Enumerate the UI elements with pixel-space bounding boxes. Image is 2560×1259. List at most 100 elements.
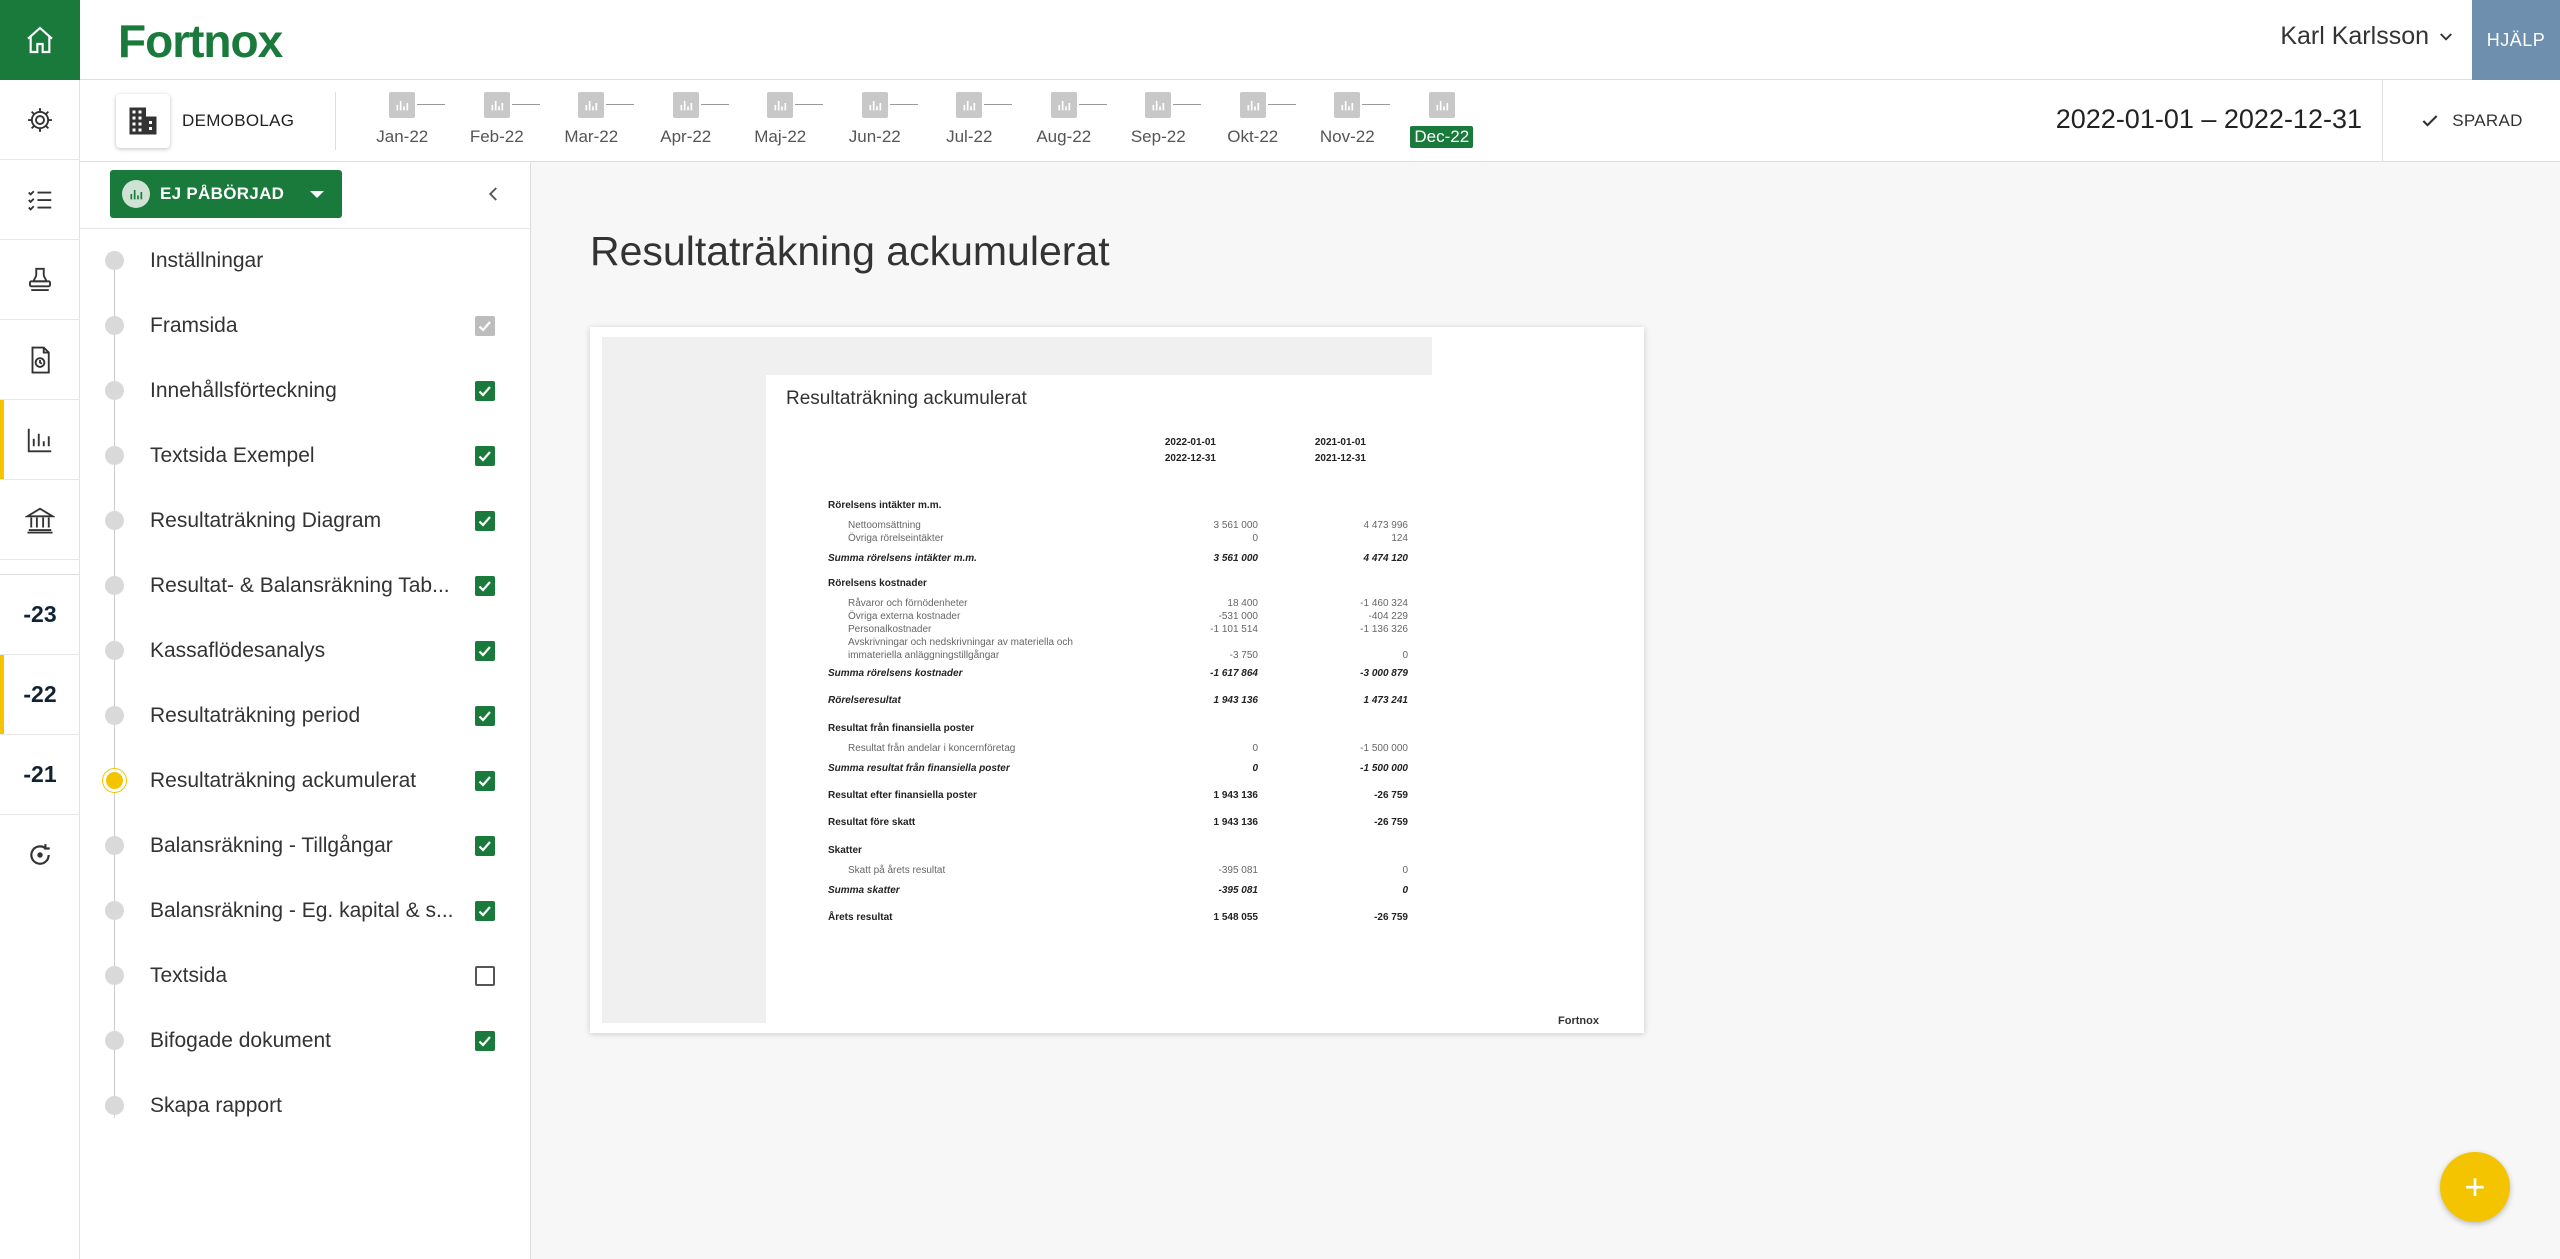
report-button[interactable] [0,400,80,480]
include-checkbox[interactable] [475,965,495,986]
stamp-button[interactable] [0,240,80,320]
previous-value: -3 000 879 [1360,668,1408,679]
table-row: Rörelsens intäkter m.m. [828,500,1438,513]
include-checkbox[interactable] [475,510,495,531]
bank-button[interactable] [0,480,80,560]
include-checkbox[interactable] [475,575,495,596]
month-sep-22[interactable]: Sep-22 [1111,92,1206,148]
chevron-left-icon [488,187,497,201]
history-button[interactable] [0,815,80,895]
year-2022-button[interactable]: -22 [0,655,80,735]
current-value: 0 [1252,533,1258,544]
row-label: Skatter [828,845,862,856]
previous-value: 124 [1391,533,1408,544]
current-value: 0 [1252,763,1258,774]
year-2023-button[interactable]: -23 [0,575,80,655]
previous-value: 0 [1402,885,1408,896]
status-dropdown[interactable]: EJ PÅBÖRJAD [110,170,342,218]
sidebar-item[interactable]: Skapa rapport [80,1073,531,1138]
include-checkbox[interactable] [475,835,495,856]
sidebar-item[interactable]: Balansräkning - Eg. kapital & s... [80,878,531,943]
include-checkbox[interactable] [475,640,495,661]
year-2021-button[interactable]: -21 [0,735,80,815]
previous-value: -26 759 [1374,790,1408,801]
month-apr-22[interactable]: Apr-22 [639,92,734,148]
include-checkbox[interactable] [475,770,495,791]
include-checkbox[interactable] [475,1030,495,1051]
current-value: 18 400 [1227,598,1258,609]
sidebar-item[interactable]: Balansräkning - Tillgångar [80,813,531,878]
chart-icon [389,92,416,118]
period-end: 2021-12-31 [1314,453,1366,464]
timeline-connector [606,104,634,105]
company-selector[interactable]: DEMOBOLAG [116,94,294,148]
user-menu[interactable]: Karl Karlsson [2280,22,2455,51]
sidebar-item[interactable]: Resultaträkning ackumulerat [80,748,531,813]
sidebar-item-label: Resultaträkning ackumulerat [150,768,417,792]
sidebar-item[interactable]: Framsida [80,293,531,358]
current-value: 1 943 136 [1213,817,1259,828]
add-button[interactable]: + [2440,1152,2510,1222]
home-button[interactable] [0,0,80,80]
previous-value: 0 [1402,650,1408,661]
row-label: Rörelseresultat [828,695,901,706]
sidebar-item-label: Innehållsförteckning [150,378,337,402]
include-checkbox[interactable] [475,705,495,726]
month-label: Jun-22 [848,127,901,146]
table-row: Resultat från finansiella poster [828,723,1438,736]
month-jun-22[interactable]: Jun-22 [828,92,923,148]
month-label: Jul-22 [946,127,993,146]
chevron-down-icon [2440,32,2452,41]
include-checkbox[interactable] [475,380,495,401]
month-nov-22[interactable]: Nov-22 [1300,92,1395,148]
row-label: Skatt på årets resultat [848,865,946,876]
collapse-sidebar-button[interactable] [485,182,503,210]
month-label: Apr-22 [660,127,712,146]
month-feb-22[interactable]: Feb-22 [450,92,545,148]
sidebar-item[interactable]: Kassaflödesanalys [80,618,531,683]
include-checkbox[interactable] [475,445,495,466]
include-checkbox[interactable] [475,900,495,921]
timeline-connector [1267,104,1296,105]
sidebar-item[interactable]: Resultat- & Balansräkning Tab... [80,553,531,618]
current-value: -1 617 864 [1210,668,1258,679]
sidebar-item[interactable]: Inställningar [80,228,531,293]
previous-value: -26 759 [1374,817,1408,828]
column-header-previous: 2021-01-01 2021-12-31 [1286,435,1366,467]
sidebar-item[interactable]: Innehållsförteckning [80,358,531,423]
previous-value: 4 474 120 [1363,553,1409,564]
current-value: -3 750 [1229,650,1258,661]
include-checkbox[interactable] [475,315,495,336]
help-button[interactable]: HJÄLP [2472,0,2560,80]
settings-icon [28,107,52,132]
saved-label: SPARAD [2452,111,2523,130]
company-name: DEMOBOLAG [182,111,295,130]
current-value: -395 081 [1218,885,1258,896]
sidebar-item[interactable]: Textsida Exempel [80,423,531,488]
current-value: 3 561 000 [1213,553,1259,564]
month-aug-22[interactable]: Aug-22 [1017,92,1112,148]
month-dec-22[interactable]: Dec-22 [1395,92,1490,148]
fortnox-logo[interactable]: Fortnox [118,14,283,68]
month-jul-22[interactable]: Jul-22 [922,92,1017,148]
report-preview[interactable]: Resultaträkning ackumulerat 2022-01-01 2… [590,327,1644,1033]
month-mar-22[interactable]: Mar-22 [544,92,639,148]
sidebar-item[interactable]: Textsida [80,943,531,1008]
report-page-list: Inställningar Framsida Innehållsförtecknin… [80,228,531,1138]
timeline-connector [795,104,823,105]
current-value: 0 [1252,743,1258,754]
checklist-button[interactable] [0,160,80,240]
current-value: 1 943 136 [1213,790,1259,801]
month-jan-22[interactable]: Jan-22 [355,92,450,148]
preview-margin-top [602,337,1432,375]
month-maj-22[interactable]: Maj-22 [733,92,828,148]
sidebar-item[interactable]: Resultaträkning Diagram [80,488,531,553]
month-okt-22[interactable]: Okt-22 [1206,92,1301,148]
document-button[interactable] [0,320,80,400]
chart-icon [861,92,888,118]
sidebar-item[interactable]: Resultaträkning period [80,683,531,748]
caret-down-icon [310,190,325,198]
sidebar-item[interactable]: Bifogade dokument [80,1008,531,1073]
settings-button[interactable] [0,80,80,160]
stamp-icon [29,267,51,291]
